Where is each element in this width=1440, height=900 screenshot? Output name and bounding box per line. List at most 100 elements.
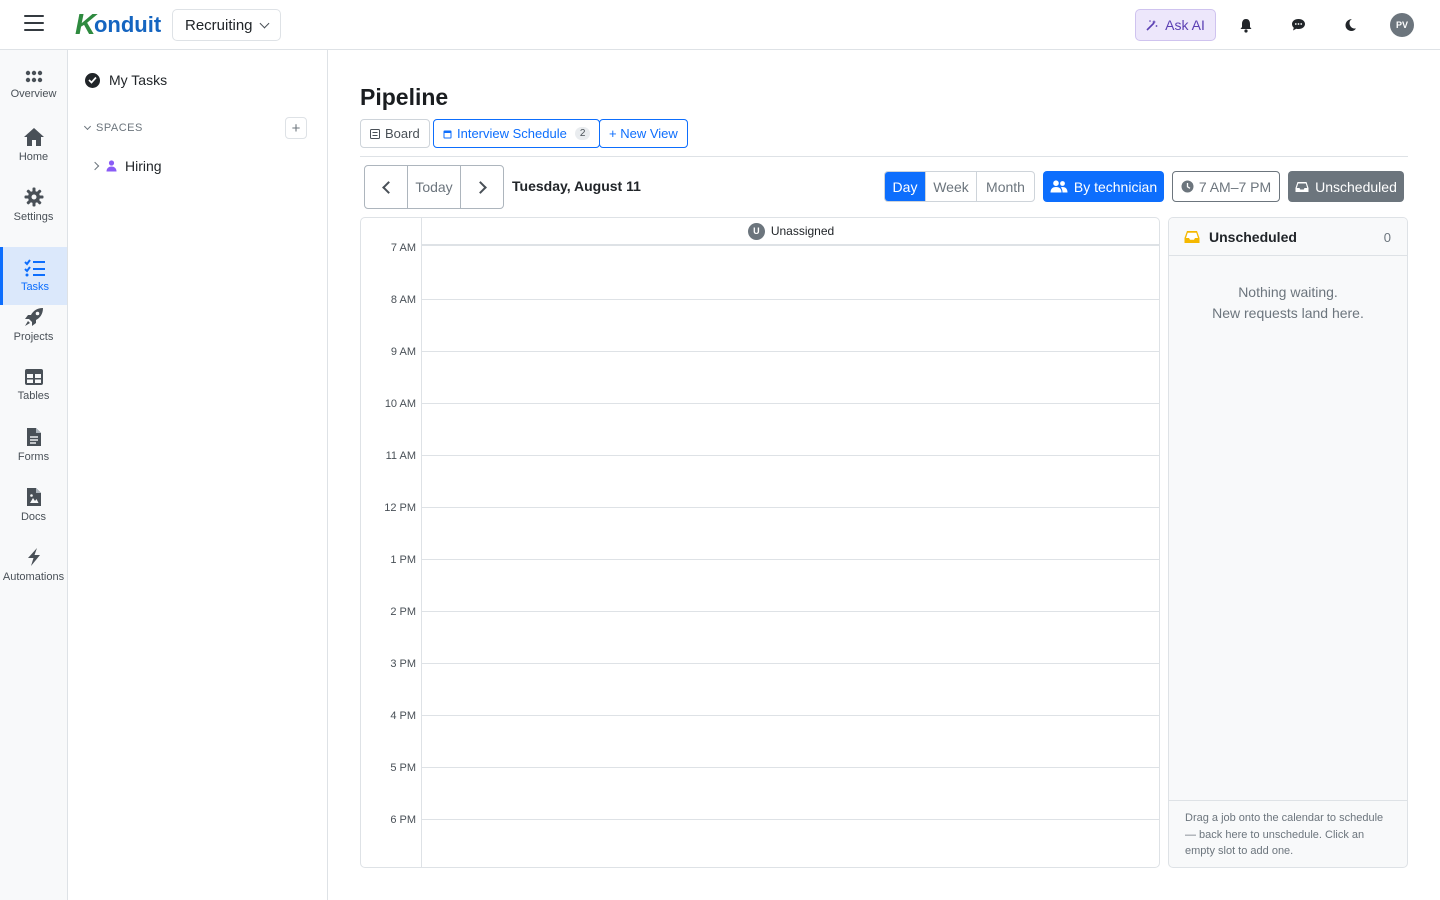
time-label: 2 PM <box>390 606 416 618</box>
menu-icon[interactable] <box>24 15 44 33</box>
by-technician-button[interactable]: By technician <box>1043 171 1164 202</box>
time-slot[interactable] <box>423 456 1159 507</box>
time-slot[interactable] <box>423 560 1159 611</box>
time-slot[interactable] <box>423 248 1159 299</box>
time-label: 3 PM <box>390 658 416 670</box>
time-label: 11 AM <box>385 450 416 462</box>
time-slot[interactable] <box>423 300 1159 351</box>
space-label-hiring: Hiring <box>125 158 162 174</box>
doc-icon <box>26 488 41 506</box>
rail-label-tables: Tables <box>17 390 50 402</box>
rail-item-overview[interactable]: Overview <box>0 56 67 114</box>
month-view-button[interactable]: Month <box>977 172 1034 201</box>
empty-state-line-2: New requests land here. <box>1212 305 1364 321</box>
view-tab-board[interactable]: Board <box>360 119 430 148</box>
chevron-right-icon <box>90 161 100 171</box>
left-rail: Overview Home Settings Tasks Projects Ta… <box>0 50 68 900</box>
page-title: Pipeline <box>360 84 449 110</box>
rail-item-docs[interactable]: Docs <box>0 476 67 534</box>
spaces-header-label: SPACES <box>96 122 143 134</box>
rail-item-automations[interactable]: Automations <box>0 536 67 594</box>
logo[interactable]: Konduit <box>75 10 162 39</box>
my-tasks-label: My Tasks <box>109 72 168 88</box>
hours-range-button[interactable]: 7 AM–7 PM <box>1172 171 1280 202</box>
time-slot[interactable] <box>423 508 1159 559</box>
clock-icon <box>1181 180 1194 193</box>
time-label: 12 PM <box>384 502 416 514</box>
rail-label-home: Home <box>18 151 49 163</box>
time-label: 5 PM <box>390 762 416 774</box>
chat-icon[interactable] <box>1288 15 1308 35</box>
sidebar-item-hiring[interactable]: Hiring <box>90 158 162 174</box>
time-label: 1 PM <box>390 554 416 566</box>
dark-mode-moon-icon[interactable] <box>1340 15 1360 35</box>
unscheduled-panel: Unscheduled 0 Nothing waiting. New reque… <box>1168 217 1408 868</box>
view-count-badge: 2 <box>574 127 591 140</box>
notifications-bell-icon[interactable] <box>1236 15 1256 35</box>
current-date-label: Tuesday, August 11 <box>512 178 641 194</box>
next-day-button[interactable] <box>461 166 503 208</box>
rail-label-settings: Settings <box>13 211 54 223</box>
column-header-unassigned: U Unassigned <box>422 218 1159 246</box>
workspace-switcher[interactable]: Recruiting <box>172 9 281 41</box>
person-icon <box>106 160 117 172</box>
home-icon <box>23 128 44 146</box>
view-tab-interview-schedule[interactable]: Interview Schedule 2 <box>433 119 601 148</box>
date-navigation: Today <box>364 165 504 209</box>
calendar-icon <box>443 130 452 138</box>
unscheduled-panel-header: Unscheduled 0 <box>1169 218 1407 256</box>
time-slot[interactable] <box>423 664 1159 715</box>
time-label: 8 AM <box>390 294 416 306</box>
chevron-down-icon <box>259 18 269 28</box>
gear-icon <box>24 187 43 207</box>
bolt-icon <box>27 548 40 566</box>
divider <box>360 156 1408 157</box>
time-slot[interactable] <box>423 404 1159 455</box>
add-space-button[interactable]: + <box>285 117 307 139</box>
top-bar: Konduit Recruiting Ask AI PV <box>0 0 1440 50</box>
inbox-icon <box>1295 181 1309 192</box>
time-slot[interactable] <box>423 768 1159 819</box>
form-icon <box>26 428 41 446</box>
time-label: 10 AM <box>384 398 416 410</box>
user-avatar[interactable]: PV <box>1390 13 1414 37</box>
time-slot[interactable] <box>423 716 1159 767</box>
tasks-icon <box>24 259 45 277</box>
magic-wand-icon <box>1146 20 1158 31</box>
column-header-label: Unassigned <box>770 224 835 238</box>
unscheduled-help-text: Drag a job onto the calendar to schedule… <box>1169 800 1407 867</box>
workspace-label: Recruiting <box>185 16 253 34</box>
table-icon <box>24 369 43 385</box>
new-view-button[interactable]: + New View <box>599 119 688 148</box>
time-label: 7 AM <box>390 242 416 254</box>
rail-item-projects[interactable]: Projects <box>0 296 67 354</box>
day-view-button[interactable]: Day <box>885 172 926 201</box>
time-slot[interactable] <box>423 612 1159 663</box>
ask-ai-button[interactable]: Ask AI <box>1135 9 1216 41</box>
previous-day-button[interactable] <box>365 166 408 208</box>
rail-label-tasks: Tasks <box>20 281 50 293</box>
my-tasks-link[interactable]: My Tasks <box>85 72 167 88</box>
view-tab-board-label: Board <box>385 126 420 141</box>
logo-text: onduit <box>93 12 162 37</box>
spaces-header[interactable]: SPACES <box>83 122 143 134</box>
rail-label-forms: Forms <box>17 451 50 463</box>
time-label: 6 PM <box>390 814 416 826</box>
rail-item-tables[interactable]: Tables <box>0 356 67 414</box>
chevron-right-icon <box>473 180 487 194</box>
unscheduled-toggle-button[interactable]: Unscheduled <box>1288 171 1404 202</box>
day-calendar: 7 AM 8 AM 9 AM 10 AM 11 AM 12 PM 1 PM 2 PM 3 PM 4… <box>360 217 1160 868</box>
rail-item-forms[interactable]: Forms <box>0 416 67 474</box>
time-slot[interactable] <box>423 352 1159 403</box>
time-slot[interactable] <box>423 820 1159 867</box>
inbox-icon <box>1184 230 1200 243</box>
time-label: 9 AM <box>390 346 416 358</box>
rail-item-settings[interactable]: Settings <box>0 176 67 234</box>
rail-label-overview: Overview <box>10 88 57 100</box>
rail-item-home[interactable]: Home <box>0 116 67 174</box>
unscheduled-panel-title: Unscheduled <box>1209 228 1297 245</box>
week-view-button[interactable]: Week <box>926 172 977 201</box>
time-label: 4 PM <box>390 710 416 722</box>
today-button[interactable]: Today <box>408 166 461 208</box>
unscheduled-empty-state: Nothing waiting. New requests land here. <box>1169 282 1407 324</box>
